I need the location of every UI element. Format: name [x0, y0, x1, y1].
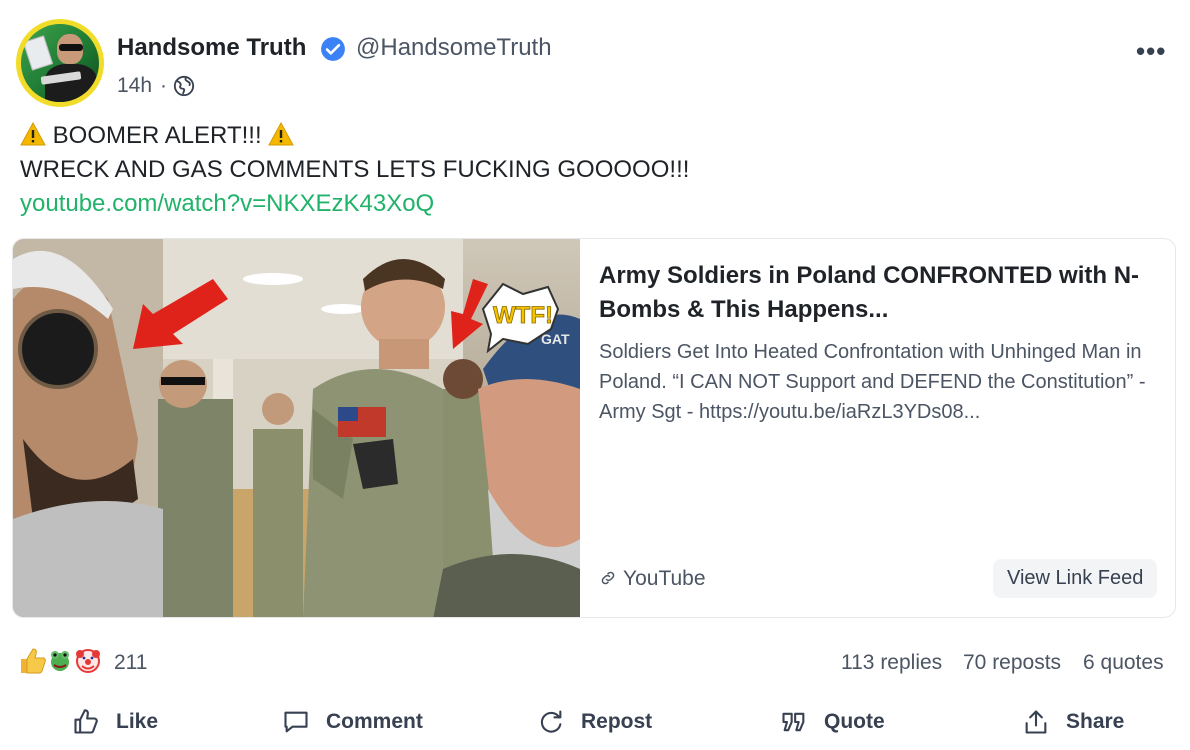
card-title[interactable]: Army Soldiers in Poland CONFRONTED with …: [599, 259, 1159, 327]
share-label: Share: [1066, 710, 1125, 733]
post-time[interactable]: 14h: [117, 74, 152, 98]
share-icon: [1025, 710, 1047, 734]
like-label: Like: [116, 710, 159, 733]
author-name[interactable]: Handsome Truth: [117, 34, 306, 62]
verified-badge-icon: [321, 37, 345, 61]
card-source-label: YouTube: [623, 567, 706, 590]
thumbnail-illustration: WTF! GAT: [13, 239, 580, 617]
quote-button[interactable]: Quote: [780, 704, 885, 740]
reposts-count[interactable]: 70 reposts: [963, 651, 1061, 675]
reaction-emojis: [21, 648, 100, 674]
warning-icon: [268, 122, 295, 146]
link-preview-card[interactable]: WTF! GAT Army Soldiers in Poland CONFRON…: [12, 238, 1176, 618]
like-button[interactable]: Like: [72, 704, 158, 740]
comment-icon: [284, 711, 308, 733]
reaction-icons[interactable]: [18, 646, 108, 676]
comment-button[interactable]: Comment: [282, 704, 423, 740]
replies-count[interactable]: 113 replies: [841, 651, 942, 675]
share-button[interactable]: Share: [1022, 704, 1124, 740]
wtf-text: WTF!: [493, 302, 553, 329]
repost-icon: [540, 710, 562, 733]
globe-icon: [173, 75, 195, 97]
card-source[interactable]: YouTube: [599, 567, 706, 591]
repost-button[interactable]: Repost: [537, 704, 652, 740]
card-description: Soldiers Get Into Heated Confrontation w…: [599, 341, 1146, 423]
post-text-alert: BOOMER ALERT!!!: [52, 122, 262, 149]
post-link[interactable]: youtube.com/watch?v=NKXEzK43XoQ: [20, 190, 434, 218]
author-handle[interactable]: @HandsomeTruth: [356, 34, 552, 62]
quote-icon: [782, 712, 805, 732]
video-thumbnail[interactable]: WTF! GAT: [13, 239, 580, 617]
meta-separator: ·: [160, 74, 167, 97]
cap-text: GAT: [541, 331, 570, 347]
view-link-feed-button[interactable]: View Link Feed: [993, 559, 1158, 598]
repost-label: Repost: [581, 710, 653, 733]
post-text-line-2: WRECK AND GAS COMMENTS LETS FUCKING GOOO…: [20, 156, 690, 183]
thumbs-up-icon: [74, 709, 98, 734]
post-text-line-1: BOOMER ALERT!!!: [20, 122, 295, 150]
quote-label: Quote: [824, 710, 885, 733]
quotes-count[interactable]: 6 quotes: [1083, 651, 1164, 675]
comment-label: Comment: [326, 710, 423, 733]
link-icon: [601, 571, 615, 585]
reactions-count[interactable]: 211: [114, 651, 147, 675]
author-avatar[interactable]: [16, 19, 104, 107]
more-options-button[interactable]: •••: [1136, 36, 1166, 67]
warning-icon: [20, 122, 46, 146]
post: Handsome Truth @HandsomeTruth 14h · ••• …: [0, 0, 1190, 750]
